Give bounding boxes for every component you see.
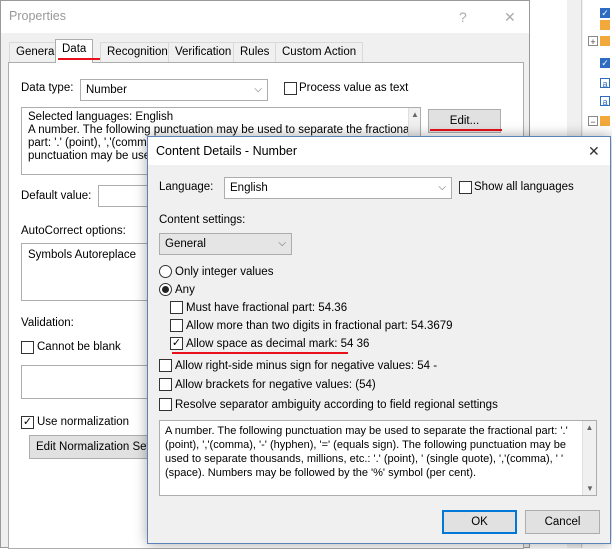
description-line: A number. The following punctuation may … bbox=[165, 425, 568, 437]
must-have-fractional-label: Must have fractional part: 54.36 bbox=[186, 302, 348, 314]
help-icon[interactable]: ? bbox=[459, 9, 467, 25]
autocorrect-item[interactable]: Symbols Autoreplace bbox=[28, 249, 136, 261]
text-field-icon: a bbox=[600, 78, 610, 89]
default-value-label: Default value: bbox=[21, 190, 92, 202]
close-icon[interactable]: ✕ bbox=[504, 9, 516, 26]
description-line: (space). Numbers may be followed by the … bbox=[165, 467, 477, 479]
properties-titlebar: Properties ? ✕ bbox=[1, 1, 529, 33]
must-have-fractional-option[interactable]: Must have fractional part: 54.36 bbox=[170, 300, 470, 316]
data-type-label: Data type: bbox=[21, 82, 74, 94]
allow-brackets-option[interactable]: Allow brackets for negative values: (54) bbox=[159, 377, 559, 393]
autocorrect-label: AutoCorrect options: bbox=[21, 225, 126, 237]
allow-right-minus-option[interactable]: Allow right-side minus sign for negative… bbox=[159, 358, 559, 374]
group-icon bbox=[600, 36, 610, 46]
allow-right-minus-checkbox[interactable] bbox=[159, 359, 172, 372]
description-scrollbar[interactable]: ▲ ▼ bbox=[582, 421, 596, 495]
allow-space-decimal-label: Allow space as decimal mark: 54 36 bbox=[186, 338, 370, 350]
resolve-ambiguity-label: Resolve separator ambiguity according to… bbox=[175, 399, 498, 411]
tab-custom-action[interactable]: Custom Action bbox=[275, 42, 364, 62]
language-select[interactable]: English ⌵ bbox=[224, 177, 452, 199]
any-radio[interactable] bbox=[159, 283, 172, 296]
cancel-button[interactable]: Cancel bbox=[525, 510, 600, 534]
allow-brackets-label: Allow brackets for negative values: (54) bbox=[175, 379, 376, 391]
tab-verification[interactable]: Verification bbox=[168, 42, 239, 62]
chevron-down-icon: ⌵ bbox=[278, 238, 286, 249]
scroll-down-icon[interactable]: ▼ bbox=[583, 484, 596, 493]
text-field-icon: a bbox=[600, 96, 610, 107]
process-as-text-label: Process value as text bbox=[299, 82, 409, 94]
scroll-up-icon[interactable]: ▲ bbox=[583, 423, 596, 432]
resolve-ambiguity-checkbox[interactable] bbox=[159, 398, 172, 411]
group-icon bbox=[600, 116, 610, 126]
collapse-icon[interactable]: − bbox=[588, 116, 598, 127]
cannot-be-blank-label: Cannot be blank bbox=[37, 341, 121, 353]
ok-button[interactable]: OK bbox=[442, 510, 517, 534]
data-type-value: Number bbox=[86, 84, 127, 96]
process-as-text-checkbox[interactable] bbox=[284, 82, 297, 95]
close-icon[interactable]: ✕ bbox=[588, 143, 600, 160]
allow-more-digits-checkbox[interactable] bbox=[170, 319, 183, 332]
validation-box[interactable] bbox=[21, 365, 156, 399]
language-value: English bbox=[230, 182, 268, 194]
allow-space-decimal-option[interactable]: Allow space as decimal mark: 54 36 bbox=[170, 336, 470, 352]
content-settings-select[interactable]: General ⌵ bbox=[159, 233, 292, 255]
language-label: Language: bbox=[159, 181, 214, 193]
any-label: Any bbox=[175, 284, 195, 296]
only-integer-option[interactable]: Only integer values bbox=[159, 264, 459, 280]
tab-data-highlight bbox=[58, 58, 100, 60]
checkbox-field-icon: ✓ bbox=[600, 8, 610, 18]
content-details-dialog: Content Details - Number ✕ Language: Eng… bbox=[147, 136, 611, 544]
dialog-titlebar: Content Details - Number ✕ bbox=[148, 137, 610, 165]
allow-brackets-checkbox[interactable] bbox=[159, 378, 172, 391]
resolve-ambiguity-option[interactable]: Resolve separator ambiguity according to… bbox=[159, 397, 599, 413]
allow-more-digits-label: Allow more than two digits in fractional… bbox=[186, 320, 453, 332]
tab-rules[interactable]: Rules bbox=[233, 42, 277, 62]
chevron-down-icon: ⌵ bbox=[254, 84, 262, 95]
chevron-down-icon: ⌵ bbox=[438, 182, 446, 193]
dialog-description: A number. The following punctuation may … bbox=[159, 420, 597, 496]
description-line: Selected languages: English bbox=[28, 111, 174, 123]
content-settings-value: General bbox=[165, 238, 206, 250]
show-all-languages-checkbox[interactable] bbox=[459, 181, 472, 194]
allow-right-minus-label: Allow right-side minus sign for negative… bbox=[175, 360, 438, 372]
use-normalization-checkbox[interactable] bbox=[21, 416, 34, 429]
description-line: used to separate thousands, millions, et… bbox=[165, 453, 564, 465]
expand-icon[interactable]: + bbox=[588, 36, 598, 47]
only-integer-label: Only integer values bbox=[175, 266, 274, 278]
must-have-fractional-checkbox[interactable] bbox=[170, 301, 183, 314]
dialog-title: Content Details - Number bbox=[156, 144, 298, 158]
tab-recognition[interactable]: Recognition bbox=[100, 42, 175, 62]
only-integer-radio[interactable] bbox=[159, 265, 172, 278]
show-all-languages-label: Show all languages bbox=[474, 181, 574, 193]
allow-more-digits-option[interactable]: Allow more than two digits in fractional… bbox=[170, 318, 470, 334]
allow-space-decimal-highlight bbox=[172, 352, 348, 354]
group-icon bbox=[600, 20, 610, 30]
data-type-select[interactable]: Number ⌵ bbox=[80, 79, 268, 101]
any-option[interactable]: Any bbox=[159, 282, 459, 298]
edit-normalization-button[interactable]: Edit Normalization Setti bbox=[29, 435, 151, 459]
allow-space-decimal-checkbox[interactable] bbox=[170, 337, 183, 350]
validation-label: Validation: bbox=[21, 317, 74, 329]
content-settings-label: Content settings: bbox=[159, 214, 246, 226]
cannot-be-blank-checkbox[interactable] bbox=[21, 341, 34, 354]
scroll-up-icon[interactable]: ▲ bbox=[409, 110, 420, 119]
autocorrect-list[interactable]: Symbols Autoreplace bbox=[21, 243, 156, 301]
edit-button-highlight bbox=[430, 129, 502, 131]
checkbox-field-icon: ✓ bbox=[600, 58, 610, 68]
use-normalization-label: Use normalization bbox=[37, 416, 130, 428]
description-line: (point), ','(comma), '-' (hyphen), '=' (… bbox=[165, 439, 566, 451]
properties-title: Properties bbox=[9, 9, 66, 23]
